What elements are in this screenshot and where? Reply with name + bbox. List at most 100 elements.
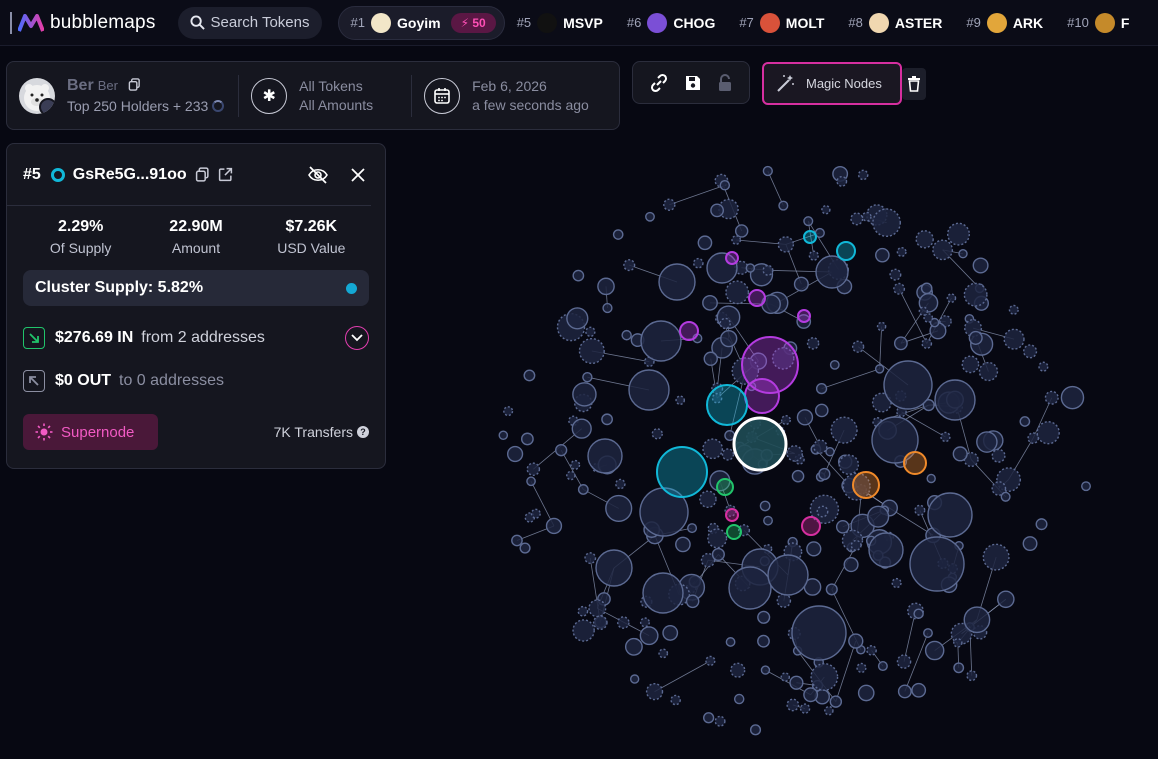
holder-bubble[interactable] xyxy=(920,282,933,295)
holder-bubble[interactable] xyxy=(1038,361,1049,372)
bolt-badge[interactable]: ⚡ 50 xyxy=(450,12,496,33)
calendar-icon[interactable] xyxy=(424,77,461,114)
holder-bubble[interactable] xyxy=(991,448,1006,463)
holder-bubble[interactable] xyxy=(814,403,829,418)
holder-bubble[interactable] xyxy=(685,594,700,609)
holder-bubble[interactable] xyxy=(523,369,536,382)
copy-icon[interactable] xyxy=(195,167,210,182)
holders-summary[interactable]: Top 250 Holders + 233 xyxy=(67,98,208,114)
wallet-address[interactable]: GsRe5G...91oo xyxy=(73,166,187,184)
token-tab-molt[interactable]: #7 MOLT xyxy=(727,6,836,40)
holder-bubble[interactable] xyxy=(927,492,973,538)
holder-bubble[interactable] xyxy=(815,255,849,289)
holder-bubble[interactable] xyxy=(918,306,929,316)
holder-bubble[interactable] xyxy=(808,250,819,261)
holder-bubble[interactable] xyxy=(719,179,731,191)
holder-bubble[interactable] xyxy=(687,523,698,534)
holder-bubble[interactable] xyxy=(924,640,945,661)
holder-bubble[interactable] xyxy=(997,590,1015,609)
holder-bubble[interactable] xyxy=(1022,536,1038,552)
holder-bubble[interactable] xyxy=(1060,385,1085,410)
asterisk-icon[interactable]: ✱ xyxy=(251,77,288,114)
holder-bubble[interactable] xyxy=(799,703,811,714)
holder-bubble[interactable] xyxy=(629,674,640,684)
token-tab-ark[interactable]: #9 ARK xyxy=(954,6,1055,40)
holder-bubble[interactable] xyxy=(867,505,890,528)
holder-bubble[interactable] xyxy=(891,577,902,589)
holder-bubble[interactable] xyxy=(511,534,523,547)
holder-bubble[interactable] xyxy=(639,626,659,646)
inflow-row[interactable]: $276.69 IN from 2 addresses xyxy=(23,326,369,350)
holder-bubble[interactable] xyxy=(584,552,597,565)
holder-bubble[interactable] xyxy=(850,212,864,226)
holder-bubble[interactable] xyxy=(731,235,742,245)
holder-bubble[interactable] xyxy=(602,302,613,314)
holder-bubble[interactable] xyxy=(642,572,684,614)
holder-bubble[interactable] xyxy=(830,416,858,444)
holder-bubble[interactable] xyxy=(651,428,663,440)
holder-bubble[interactable] xyxy=(893,336,908,351)
filter-selector[interactable]: All Tokens All Amounts xyxy=(299,77,373,115)
holder-bubble[interactable] xyxy=(530,508,541,519)
holder-bubble[interactable] xyxy=(843,557,859,573)
magic-nodes-button[interactable]: Magic Nodes xyxy=(762,62,902,105)
holder-bubble[interactable] xyxy=(1008,304,1019,315)
holder-bubble[interactable] xyxy=(921,338,933,349)
cluster-bubble[interactable] xyxy=(748,289,766,307)
holder-bubble[interactable] xyxy=(733,693,745,705)
holder-bubble[interactable] xyxy=(972,257,989,274)
holder-bubble[interactable] xyxy=(836,175,848,187)
holder-bubble[interactable] xyxy=(675,395,686,406)
holder-bubble[interactable] xyxy=(825,583,838,596)
holder-bubble[interactable] xyxy=(851,340,865,353)
holder-bubble[interactable] xyxy=(710,203,724,218)
transfers-count[interactable]: 7K Transfers ? xyxy=(274,424,369,440)
holder-bubble[interactable] xyxy=(705,655,716,666)
holder-bubble[interactable] xyxy=(909,536,965,592)
holder-bubble[interactable] xyxy=(893,282,906,295)
holder-bubble[interactable] xyxy=(914,504,926,516)
holder-bubble[interactable] xyxy=(582,371,593,383)
holder-bubble[interactable] xyxy=(824,705,834,716)
holder-bubble[interactable] xyxy=(1000,491,1011,502)
holder-bubble[interactable] xyxy=(697,235,713,251)
holder-bubble[interactable] xyxy=(601,413,613,426)
holder-bubble[interactable] xyxy=(757,610,771,624)
holder-bubble[interactable] xyxy=(757,634,770,648)
holder-bubble[interactable] xyxy=(566,470,576,481)
holder-bubble[interactable] xyxy=(767,554,809,596)
holder-bubble[interactable] xyxy=(806,337,820,350)
holder-bubble[interactable] xyxy=(498,430,509,441)
holder-bubble[interactable] xyxy=(623,259,636,272)
cluster-bubble[interactable] xyxy=(725,251,739,265)
holder-bubble[interactable] xyxy=(953,638,963,648)
holder-bubble[interactable] xyxy=(749,724,762,736)
holder-bubble[interactable] xyxy=(821,205,831,215)
holder-bubble[interactable] xyxy=(721,448,735,461)
holder-bubble[interactable] xyxy=(818,467,831,481)
holder-bubble[interactable] xyxy=(963,606,991,634)
holder-bubble[interactable] xyxy=(566,307,589,330)
holder-bubble[interactable] xyxy=(617,616,630,629)
selected-bubble[interactable] xyxy=(732,416,788,472)
holder-bubble[interactable] xyxy=(585,326,596,337)
holder-bubble[interactable] xyxy=(759,500,771,512)
hide-eye-icon[interactable] xyxy=(307,165,329,184)
holder-bubble[interactable] xyxy=(778,200,789,211)
holder-bubble[interactable] xyxy=(760,665,771,675)
holder-bubble[interactable] xyxy=(803,687,819,703)
holder-bubble[interactable] xyxy=(813,439,828,454)
cluster-bubble[interactable] xyxy=(656,446,708,498)
holder-bubble[interactable] xyxy=(645,682,664,701)
holder-bubble[interactable] xyxy=(1003,328,1025,350)
holder-bubble[interactable] xyxy=(725,280,750,305)
holder-bubble[interactable] xyxy=(776,593,792,608)
holder-bubble[interactable] xyxy=(640,320,682,362)
holder-bubble[interactable] xyxy=(857,684,875,702)
link-icon[interactable] xyxy=(649,73,669,93)
cluster-bubble[interactable] xyxy=(797,309,811,323)
holder-bubble[interactable] xyxy=(940,431,951,443)
holder-bubble[interactable] xyxy=(577,484,589,495)
holder-bubble[interactable] xyxy=(572,619,595,642)
holder-bubble[interactable] xyxy=(545,517,563,535)
